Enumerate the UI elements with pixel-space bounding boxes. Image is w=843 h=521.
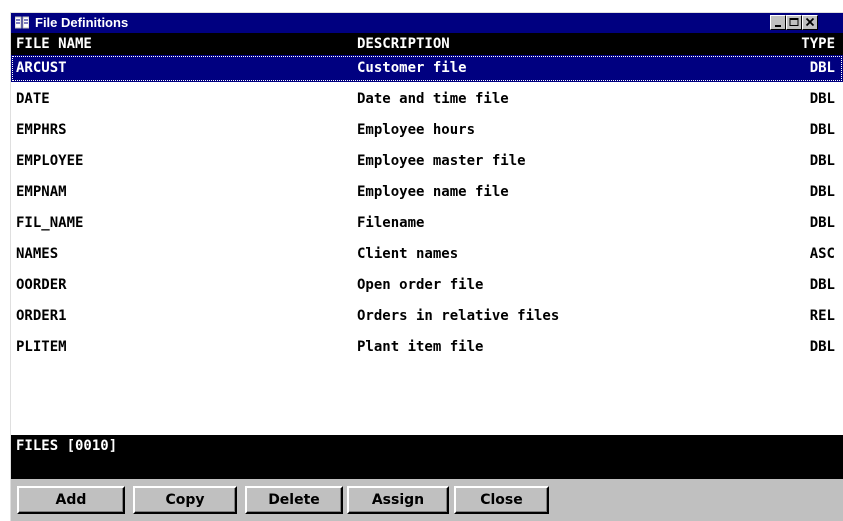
description-cell: Date and time file — [357, 91, 509, 107]
table-row[interactable]: NAMES Client names ASC — [11, 241, 843, 268]
file-rows: ARCUST Customer file DBL DATE Date and t… — [11, 55, 843, 433]
file-definitions-window: File Definitions FILE NAME DESCRIPTION T… — [10, 12, 843, 521]
close-button[interactable]: Close — [454, 486, 549, 514]
delete-button[interactable]: Delete — [245, 486, 343, 514]
window-title: File Definitions — [35, 15, 129, 30]
column-header-file-name: FILE NAME — [16, 36, 92, 52]
file-name-cell: ORDER1 — [16, 308, 67, 324]
type-cell: DBL — [809, 277, 835, 293]
description-cell: Orders in relative files — [357, 308, 560, 324]
table-row[interactable]: FIL_NAME Filename DBL — [11, 210, 843, 237]
file-name-cell: OORDER — [16, 277, 67, 293]
status-bar: FILES [0010] — [11, 435, 843, 479]
files-count: FILES [0010] — [16, 438, 118, 454]
assign-button[interactable]: Assign — [347, 486, 449, 514]
copy-button[interactable]: Copy — [133, 486, 237, 514]
table-row[interactable]: ORDER1 Orders in relative files REL — [11, 303, 843, 330]
file-name-cell: EMPHRS — [16, 122, 67, 138]
minimize-icon — [775, 25, 781, 27]
add-button[interactable]: Add — [17, 486, 125, 514]
type-cell: DBL — [809, 215, 835, 231]
description-cell: Employee master file — [357, 153, 526, 169]
title-bar[interactable]: File Definitions — [11, 13, 843, 33]
button-bar: Add Copy Delete Assign Close — [11, 479, 843, 521]
table-row[interactable]: EMPNAM Employee name file DBL — [11, 179, 843, 206]
description-cell: Customer file — [357, 60, 467, 76]
description-cell: Open order file — [357, 277, 484, 293]
type-cell: REL — [809, 308, 835, 324]
type-cell: DBL — [809, 339, 835, 355]
type-cell: ASC — [809, 246, 835, 262]
type-cell: DBL — [809, 122, 835, 138]
description-cell: Filename — [357, 215, 425, 231]
table-row[interactable]: DATE Date and time file DBL — [11, 86, 843, 113]
file-name-cell: PLITEM — [16, 339, 67, 355]
description-cell: Client names — [357, 246, 459, 262]
table-row[interactable]: EMPLOYEE Employee master file DBL — [11, 148, 843, 175]
file-name-cell: DATE — [16, 91, 50, 107]
maximize-button[interactable] — [786, 15, 802, 30]
description-cell: Employee hours — [357, 122, 476, 138]
close-icon — [805, 17, 815, 27]
file-name-cell: ARCUST — [16, 60, 67, 76]
window-close-button[interactable] — [802, 15, 818, 30]
type-cell: DBL — [809, 60, 835, 76]
type-cell: DBL — [809, 91, 835, 107]
file-name-cell: EMPLOYEE — [16, 153, 84, 169]
minimize-button[interactable] — [770, 15, 786, 30]
book-icon — [15, 16, 29, 29]
table-row[interactable]: EMPHRS Employee hours DBL — [11, 117, 843, 144]
type-cell: DBL — [809, 184, 835, 200]
table-row[interactable]: OORDER Open order file DBL — [11, 272, 843, 299]
table-row[interactable]: PLITEM Plant item file DBL — [11, 334, 843, 361]
maximize-icon — [789, 18, 799, 26]
file-list[interactable]: FILE NAME DESCRIPTION TYPE ARCUST Custom… — [11, 33, 843, 479]
type-cell: DBL — [809, 153, 835, 169]
column-header-description: DESCRIPTION — [357, 36, 450, 52]
description-cell: Employee name file — [357, 184, 509, 200]
file-name-cell: FIL_NAME — [16, 215, 84, 231]
file-name-cell: NAMES — [16, 246, 59, 262]
column-header-row: FILE NAME DESCRIPTION TYPE — [11, 33, 843, 55]
table-row[interactable]: ARCUST Customer file DBL — [11, 55, 843, 82]
file-name-cell: EMPNAM — [16, 184, 67, 200]
description-cell: Plant item file — [357, 339, 484, 355]
column-header-type: TYPE — [801, 36, 835, 52]
